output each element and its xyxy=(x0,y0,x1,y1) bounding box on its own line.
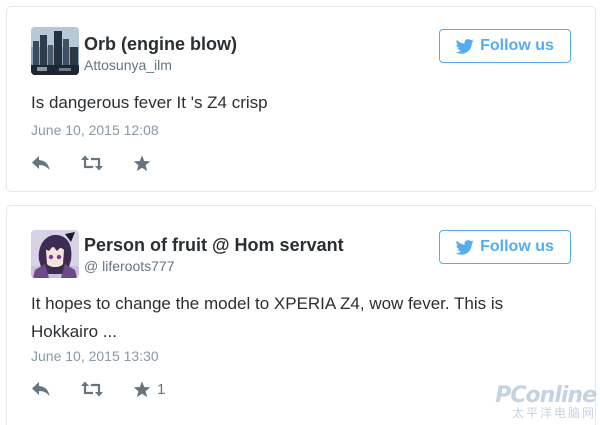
tweet-card: Orb (engine blow) Attosunya_ilm Follow u… xyxy=(6,6,596,192)
screen-name[interactable]: @ liferoots777 xyxy=(84,258,174,274)
reply-icon xyxy=(31,381,51,397)
display-name[interactable]: Orb (engine blow) xyxy=(84,34,237,55)
tweet-actions: 1 xyxy=(31,379,194,399)
avatar[interactable] xyxy=(31,27,79,75)
retweet-button[interactable] xyxy=(80,155,104,171)
avatar[interactable] xyxy=(31,230,79,278)
reply-button[interactable] xyxy=(31,155,51,171)
retweet-icon xyxy=(80,155,104,171)
follow-button-label: Follow us xyxy=(480,238,554,255)
star-icon xyxy=(133,380,151,398)
display-name[interactable]: Person of fruit @ Hom servant xyxy=(84,235,344,256)
timestamp[interactable]: June 10, 2015 13:30 xyxy=(31,348,159,364)
follow-button[interactable]: Follow us xyxy=(439,230,571,264)
twitter-bird-icon xyxy=(456,239,474,255)
retweet-icon xyxy=(80,381,104,397)
screen-name[interactable]: Attosunya_ilm xyxy=(84,57,172,73)
tweet-text: Is dangerous fever It 's Z4 crisp xyxy=(31,93,268,112)
follow-button[interactable]: Follow us xyxy=(439,29,571,63)
reply-button[interactable] xyxy=(31,381,51,397)
favorite-button[interactable] xyxy=(133,154,157,172)
twitter-bird-icon xyxy=(456,38,474,54)
favorite-count: 1 xyxy=(157,380,166,398)
favorite-button[interactable]: 1 xyxy=(133,381,165,398)
tweet-actions xyxy=(31,153,186,173)
star-icon xyxy=(133,154,151,172)
tweet-text: It hopes to change the model to XPERIA Z… xyxy=(31,294,504,341)
follow-button-label: Follow us xyxy=(480,37,554,54)
timestamp[interactable]: June 10, 2015 12:08 xyxy=(31,122,159,138)
reply-icon xyxy=(31,155,51,171)
tweet-card: Person of fruit @ Hom servant @ liferoot… xyxy=(6,205,596,425)
retweet-button[interactable] xyxy=(80,381,104,397)
